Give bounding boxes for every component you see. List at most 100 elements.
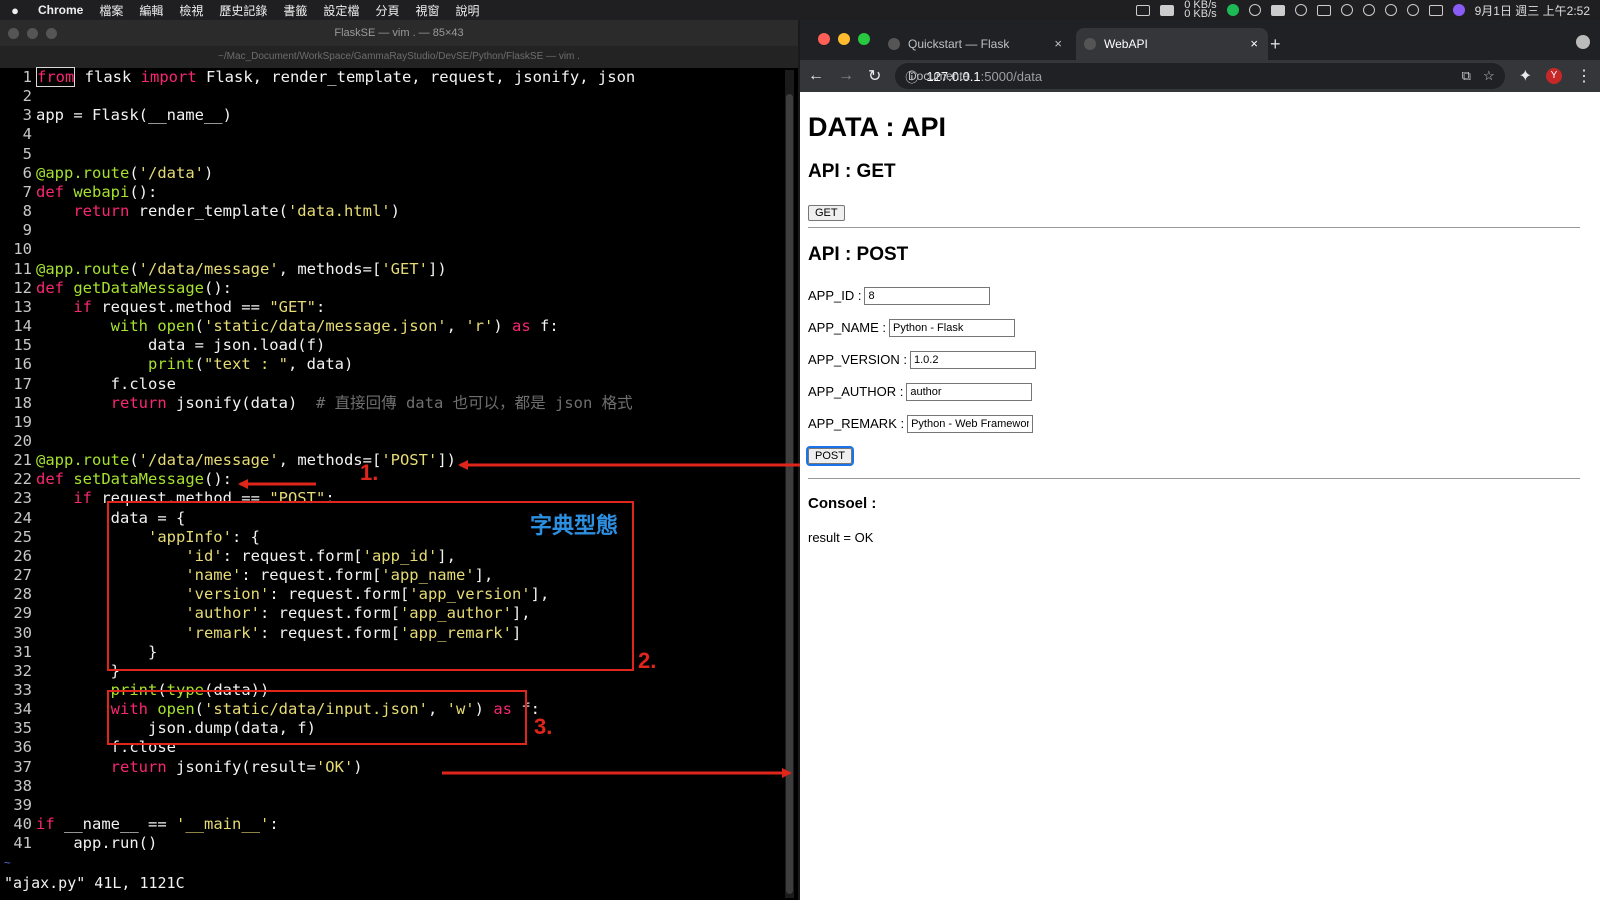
code-line[interactable]: 39	[0, 796, 780, 815]
bluetooth-icon[interactable]	[1294, 4, 1307, 16]
vim-scrollbar[interactable]	[785, 70, 794, 898]
menu-window[interactable]: 視窗	[407, 2, 447, 19]
reload-icon[interactable]: ↻	[868, 66, 881, 86]
menu-history[interactable]: 歷史記錄	[211, 2, 275, 19]
battery-icon[interactable]	[1316, 4, 1331, 16]
code-line[interactable]: 22 def setDataMessage():	[0, 470, 780, 489]
line-number: 7	[22, 182, 32, 201]
line-source: data = json.load(f)	[36, 336, 780, 355]
mute-icon[interactable]	[1362, 4, 1375, 16]
vim-titlebar: FlaskSE — vim . — 85×43	[0, 20, 798, 46]
code-line[interactable]: 7 def webapi():	[0, 183, 780, 202]
code-line[interactable]: 5	[0, 145, 780, 164]
scrollbar-thumb[interactable]	[786, 94, 793, 894]
menu-view[interactable]: 檢視	[171, 2, 211, 19]
app-author-label: APP_AUTHOR :	[808, 384, 904, 399]
cpu-monitor-icon[interactable]	[1136, 4, 1151, 16]
tab-title: WebAPI	[1104, 37, 1148, 51]
line-source: if request.method == "GET":	[36, 298, 780, 317]
code-line[interactable]: 2	[0, 87, 780, 106]
chrome-menu-icon[interactable]: ⋮	[1576, 66, 1592, 86]
line-source: with open('static/data/message.json', 'r…	[36, 317, 780, 336]
get-button[interactable]: GET	[808, 205, 845, 221]
minimize-window-button[interactable]	[838, 33, 850, 45]
code-line[interactable]: 38	[0, 777, 780, 796]
code-token: , data)	[288, 355, 354, 374]
line-source: return jsonify(result='OK')	[36, 758, 780, 777]
network-speed[interactable]: 0 KB/s 0 KB/s	[1184, 0, 1216, 20]
app-remark-input[interactable]	[907, 414, 1034, 433]
code-token: print	[147, 355, 195, 374]
extensions-icon[interactable]: ✦	[1519, 66, 1532, 86]
user-icon[interactable]	[1384, 4, 1397, 16]
profile-avatar-icon[interactable]: Y	[1546, 68, 1562, 84]
code-line[interactable]: 6 @app.route('/data')	[0, 164, 780, 183]
menu-chrome[interactable]: Chrome	[30, 3, 91, 17]
app-id-input[interactable]	[864, 286, 991, 305]
forward-icon[interactable]: →	[838, 67, 854, 85]
menu-profiles[interactable]: 設定檔	[315, 2, 367, 19]
spotify-icon[interactable]	[1226, 4, 1239, 16]
apple-icon[interactable]: ●	[0, 3, 30, 18]
menu-file[interactable]: 檔案	[91, 2, 131, 19]
translate-icon[interactable]: ⧉	[1462, 68, 1471, 84]
tab-webapi[interactable]: WebAPI ×	[1076, 28, 1268, 60]
address-bar[interactable]: ⓘ 127.0.0.1:5000/data ⧉ ☆	[895, 63, 1505, 89]
back-icon[interactable]: ←	[808, 67, 824, 85]
code-line[interactable]: 19	[0, 413, 780, 432]
code-line[interactable]: 12 def getDataMessage():	[0, 279, 780, 298]
app-remark-label: APP_REMARK :	[808, 416, 905, 431]
code-line[interactable]: 10	[0, 240, 780, 259]
control-center-icon[interactable]	[1428, 4, 1443, 16]
wifi-icon[interactable]	[1340, 4, 1353, 16]
menu-bookmarks[interactable]: 書籤	[275, 2, 315, 19]
app-version-input[interactable]	[909, 350, 1036, 369]
code-line[interactable]: 40 if __name__ == '__main__':	[0, 815, 780, 834]
console-heading: Consoel :	[808, 495, 877, 512]
close-tab-icon[interactable]: ×	[1250, 28, 1258, 60]
post-section-heading: API : POST	[808, 244, 909, 265]
code-line[interactable]: 37 return jsonify(result='OK')	[0, 758, 780, 777]
menu-tab[interactable]: 分頁	[367, 2, 407, 19]
line-source	[36, 145, 780, 164]
zoom-window-button[interactable]	[46, 28, 57, 39]
code-line[interactable]: 8 return render_template('data.html')	[0, 202, 780, 221]
minimize-window-button[interactable]	[27, 28, 38, 39]
code-line[interactable]: 18 return jsonify(data) # 直接回傳 data 也可以，…	[0, 394, 780, 413]
code-line[interactable]: 3 app = Flask(__name__)	[0, 106, 780, 125]
menu-edit[interactable]: 編輯	[131, 2, 171, 19]
code-token: ])	[427, 259, 447, 278]
close-window-button[interactable]	[818, 33, 830, 45]
close-window-button[interactable]	[8, 28, 19, 39]
code-line[interactable]: 1 from flask import Flask, render_templat…	[0, 67, 780, 87]
code-line[interactable]: 14 with open('static/data/message.json',…	[0, 317, 780, 336]
input-source-icon[interactable]	[1270, 4, 1285, 16]
menu-help[interactable]: 說明	[447, 2, 487, 19]
code-line[interactable]: 16 print("text : ", data)	[0, 355, 780, 374]
close-tab-icon[interactable]: ×	[1054, 28, 1062, 60]
siri-icon[interactable]	[1452, 4, 1465, 16]
post-button[interactable]: POST	[806, 446, 854, 466]
code-line[interactable]: 13 if request.method == "GET":	[0, 298, 780, 317]
new-tab-button[interactable]: +	[1270, 28, 1281, 60]
code-line[interactable]: 4	[0, 125, 780, 144]
code-line[interactable]: 21 @app.route('/data/message', methods=['…	[0, 451, 780, 470]
code-line[interactable]: 9	[0, 221, 780, 240]
code-line[interactable]: 41 app.run()	[0, 834, 780, 853]
glasses-icon[interactable]	[1248, 4, 1261, 16]
tab-flask-docs[interactable]: Quickstart — Flask Documenta ×	[880, 28, 1072, 83]
code-line[interactable]: 20	[0, 432, 780, 451]
code-line[interactable]: 17 f.close	[0, 375, 780, 394]
clock[interactable]: 9月1日 週三 上午2:52	[1475, 2, 1590, 19]
tab-search-icon[interactable]	[1576, 35, 1590, 49]
bookmark-star-icon[interactable]: ☆	[1483, 68, 1495, 84]
memory-monitor-icon[interactable]	[1160, 4, 1175, 16]
app-author-input[interactable]	[906, 382, 1033, 401]
search-icon[interactable]	[1406, 4, 1419, 16]
zoom-window-button[interactable]	[858, 33, 870, 45]
code-line[interactable]: 15 data = json.load(f)	[0, 336, 780, 355]
line-number: 41	[13, 834, 32, 853]
code-line[interactable]: 11 @app.route('/data/message', methods=['…	[0, 260, 780, 279]
code-token: "GET"	[269, 297, 316, 316]
app-name-input[interactable]	[889, 318, 1016, 337]
